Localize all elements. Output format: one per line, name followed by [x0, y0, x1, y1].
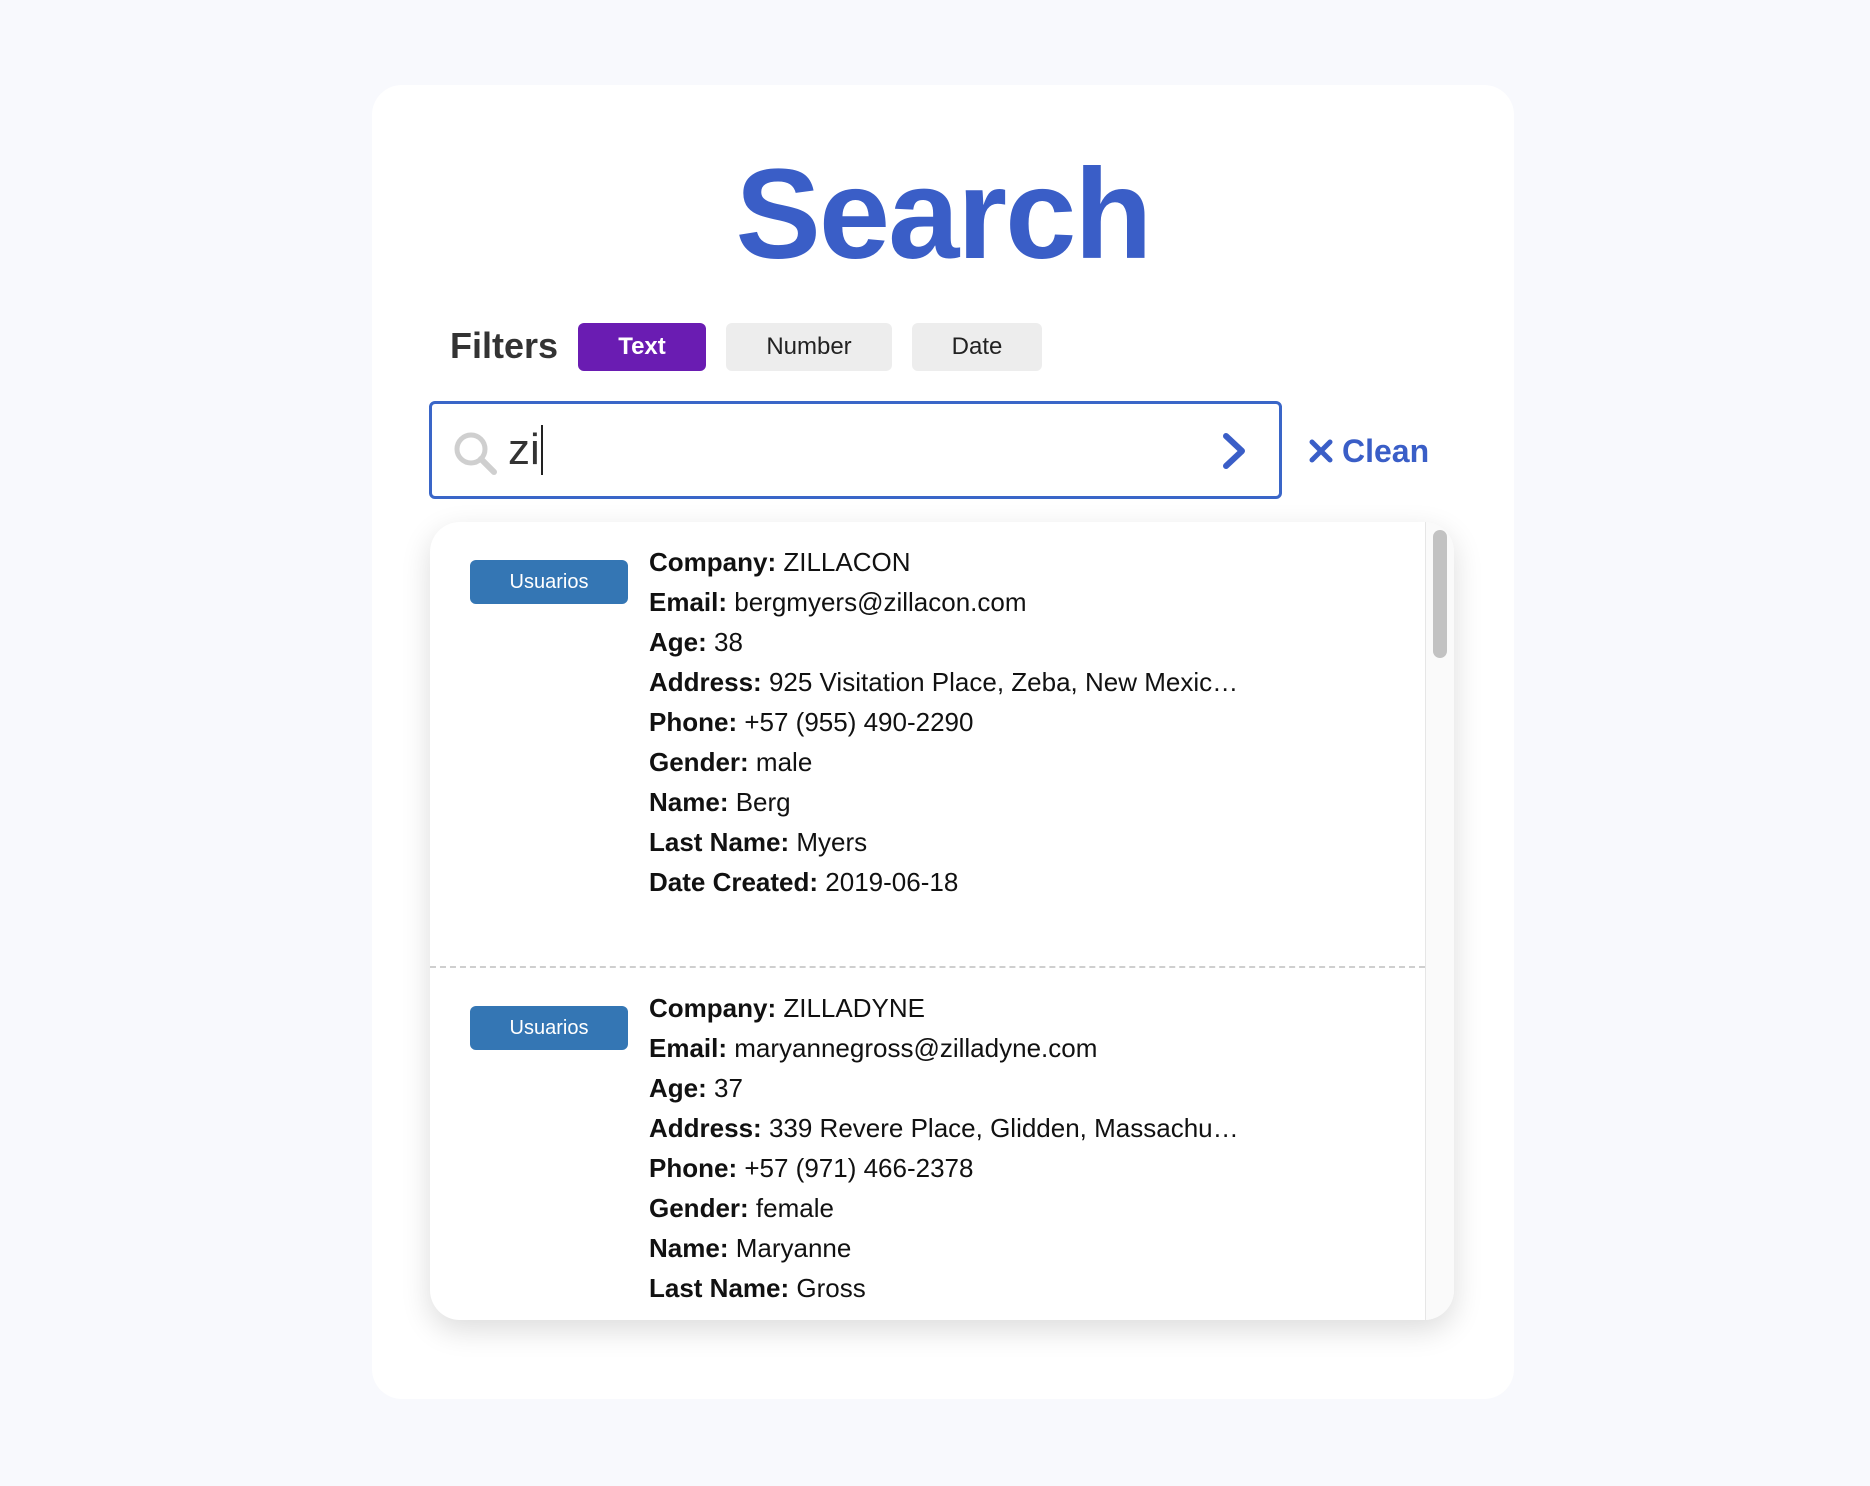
search-icon [454, 432, 497, 475]
field-phone: Phone: +57 (955) 490-2290 [649, 707, 974, 737]
field-company: Company: ZILLACON [649, 547, 911, 577]
field-gender: Gender: male [649, 747, 813, 777]
field-phone: Phone: +57 (971) 466-2378 [649, 1153, 974, 1183]
result-item[interactable]: Usuarios Company: ZILLADYNE Email: marya… [430, 968, 1425, 1320]
scrollbar-thumb[interactable] [1433, 530, 1447, 658]
text-caret [541, 425, 543, 475]
field-address: Address: 925 Visitation Place, Zeba, New… [649, 667, 1239, 697]
chevron-right-icon[interactable] [1214, 428, 1254, 474]
result-badge: Usuarios [470, 560, 628, 604]
field-name: Name: Berg [649, 787, 791, 817]
field-last-name: Last Name: Myers [649, 827, 868, 857]
filter-number-button[interactable]: Number [726, 323, 892, 371]
filters-label: Filters [450, 325, 559, 366]
field-email: Email: maryannegross@zilladyne.com [649, 1033, 1098, 1063]
result-fields: Company: ZILLADYNE Email: maryannegross@… [649, 988, 1239, 1308]
field-address: Address: 339 Revere Place, Glidden, Mass… [649, 1113, 1239, 1143]
filter-text-button[interactable]: Text [578, 323, 706, 371]
result-fields: Company: ZILLACON Email: bergmyers@zilla… [649, 542, 1238, 902]
field-company: Company: ZILLADYNE [649, 993, 925, 1023]
field-last-name: Last Name: Gross [649, 1273, 866, 1303]
field-date-created: Date Created: 2019-06-18 [649, 867, 959, 897]
page-title: Search [735, 143, 1153, 286]
search-input[interactable] [508, 420, 1128, 480]
filter-date-button[interactable]: Date [912, 323, 1042, 371]
result-badge: Usuarios [470, 1006, 628, 1050]
close-icon [1309, 439, 1333, 463]
clean-button[interactable]: Clean [1308, 429, 1429, 473]
field-age: Age: 38 [649, 627, 743, 657]
field-email: Email: bergmyers@zillacon.com [649, 587, 1027, 617]
search-box[interactable] [429, 401, 1282, 499]
field-gender: Gender: female [649, 1193, 834, 1223]
results-list: Usuarios Company: ZILLACON Email: bergmy… [430, 522, 1425, 1320]
results-dropdown: Usuarios Company: ZILLACON Email: bergmy… [430, 522, 1454, 1320]
clean-label: Clean [1342, 433, 1430, 469]
field-age: Age: 37 [649, 1073, 743, 1103]
field-name: Name: Maryanne [649, 1233, 852, 1263]
result-item[interactable]: Usuarios Company: ZILLACON Email: bergmy… [430, 522, 1425, 968]
